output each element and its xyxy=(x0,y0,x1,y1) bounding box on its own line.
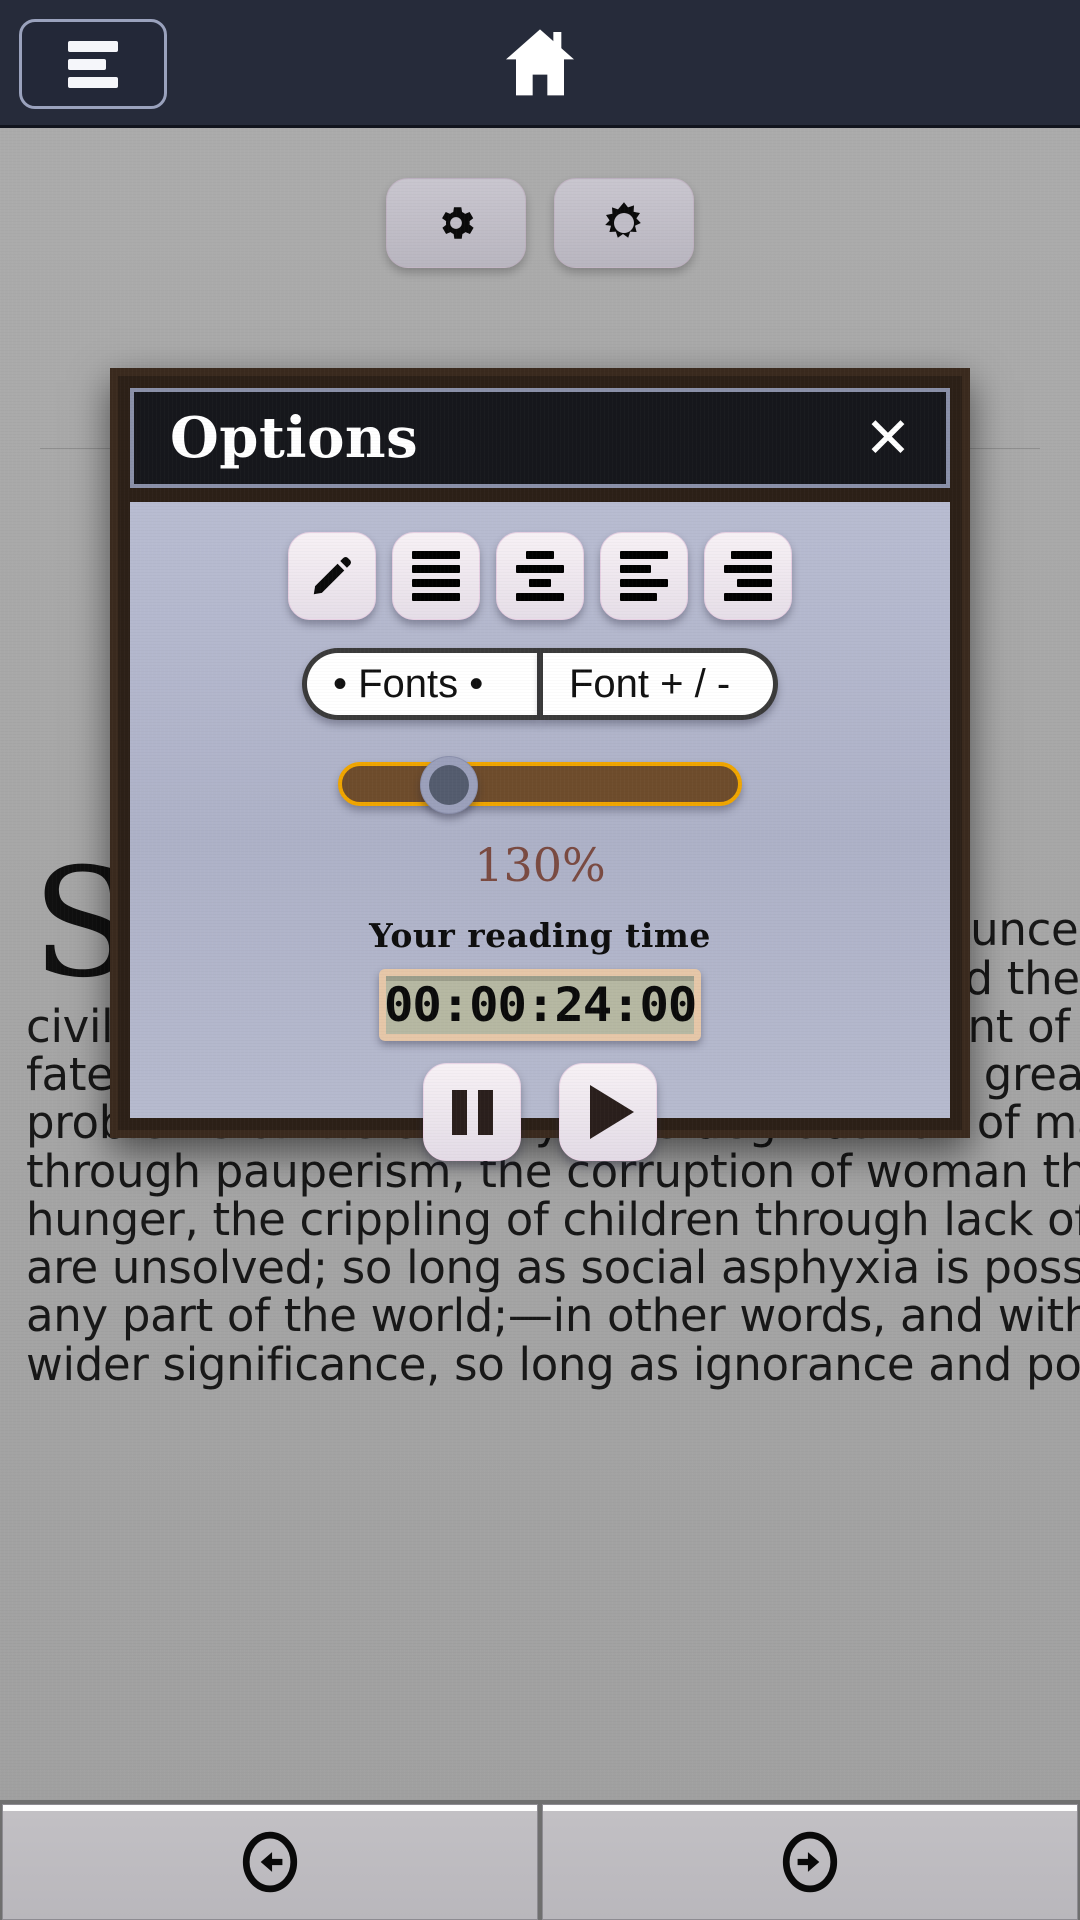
zoom-slider-thumb[interactable] xyxy=(420,756,478,814)
reader-canvas: S d custom, decrees of damnation pronoun… xyxy=(0,128,1080,1800)
zoom-value-label: 130% xyxy=(474,838,606,892)
align-justify-button[interactable] xyxy=(392,532,480,620)
gear-icon xyxy=(442,207,474,239)
text-line: wider significance, so long as ignorance… xyxy=(26,1337,1080,1391)
font-button-group: • Fonts • Font + / - xyxy=(130,648,950,720)
fonts-button[interactable]: • Fonts • xyxy=(302,648,540,720)
home-icon[interactable] xyxy=(500,22,580,102)
align-center-button[interactable] xyxy=(496,532,584,620)
text-line: hunger, the crippling of children throug… xyxy=(26,1192,1080,1246)
page-title: Options xyxy=(170,405,419,471)
font-size-button[interactable]: Font + / - xyxy=(540,648,778,720)
play-button[interactable] xyxy=(559,1063,657,1161)
align-right-button[interactable] xyxy=(704,532,792,620)
arrow-left-circle-icon xyxy=(242,1831,298,1893)
align-right-icon xyxy=(724,545,772,607)
hamburger-menu-button[interactable] xyxy=(19,19,167,109)
pause-button[interactable] xyxy=(423,1063,521,1161)
align-left-button[interactable] xyxy=(600,532,688,620)
align-justify-icon xyxy=(412,545,460,607)
previous-page-button[interactable] xyxy=(2,1804,538,1920)
next-page-button[interactable] xyxy=(542,1804,1078,1920)
zoom-slider-track[interactable] xyxy=(338,762,742,806)
timer-value: 00:00:24:00 xyxy=(383,977,697,1033)
text-line: any part of the world;—in other words, a… xyxy=(26,1289,1080,1343)
options-dialog: Options ✕ • Fonts • Font + / - 130% Your… xyxy=(110,368,970,1161)
zoom-slider[interactable] xyxy=(338,756,742,814)
quick-action-row xyxy=(0,178,1080,268)
close-icon[interactable]: ✕ xyxy=(860,410,916,466)
reading-timer-display: 00:00:24:00 xyxy=(379,969,701,1041)
format-toolbar xyxy=(130,532,950,620)
edit-button[interactable] xyxy=(288,532,376,620)
pencil-icon xyxy=(313,557,351,595)
bottom-navigation xyxy=(0,1800,1080,1920)
play-icon xyxy=(590,1085,634,1139)
align-left-icon xyxy=(620,545,668,607)
dialog-body: • Fonts • Font + / - 130% Your reading t… xyxy=(130,502,950,1161)
brightness-button[interactable] xyxy=(554,178,694,268)
sun-icon xyxy=(605,202,641,238)
top-bar xyxy=(0,0,1080,128)
align-center-icon xyxy=(516,545,564,607)
text-line: are unsolved; so long as social asphyxia… xyxy=(26,1241,1080,1294)
hamburger-menu-icon xyxy=(68,34,118,95)
settings-gear-button[interactable] xyxy=(386,178,526,268)
pause-icon xyxy=(451,1089,493,1135)
reading-time-label: Your reading time xyxy=(369,916,711,955)
dialog-header: Options ✕ xyxy=(130,388,950,488)
arrow-right-circle-icon xyxy=(782,1831,838,1893)
timer-controls xyxy=(130,1063,950,1161)
reader-app: S d custom, decrees of damnation pronoun… xyxy=(0,0,1080,1920)
